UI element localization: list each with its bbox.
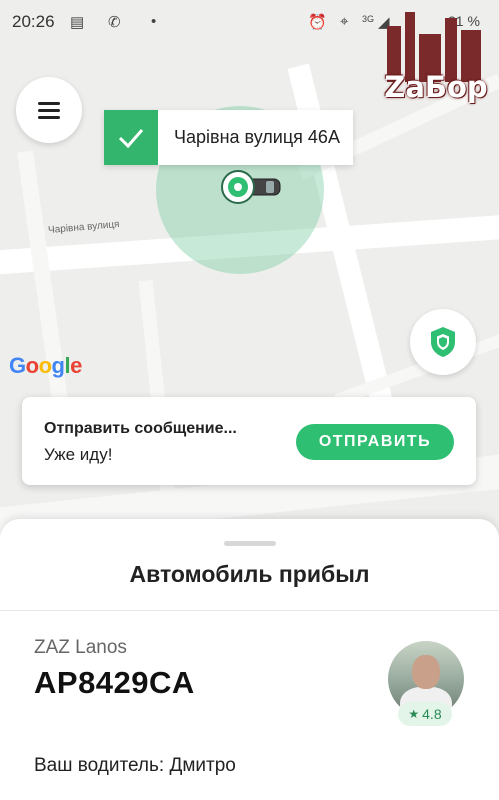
- send-message-button[interactable]: ОТПРАВИТЬ: [296, 424, 454, 460]
- network-type: 3G: [362, 14, 375, 24]
- car-model: ZAZ Lanos: [34, 637, 127, 658]
- driver-rating: 4.8: [422, 706, 442, 722]
- pickup-address: Чарівна вулиця 46А: [174, 127, 340, 147]
- street-label: Чарівна вулиця: [47, 218, 120, 237]
- message-card: Отправить сообщение... Уже иду! ОТПРАВИТ…: [22, 397, 476, 485]
- logo-text: ZаБор: [384, 70, 488, 104]
- news-icon: ▤: [70, 14, 85, 31]
- message-prompt[interactable]: Отправить сообщение...: [44, 420, 237, 438]
- ride-status-title: Автомобиль прибыл: [129, 561, 370, 587]
- ride-status-sheet: Автомобиль прибыл ZAZ Lanos AP8429CA ★ 4…: [0, 519, 499, 800]
- safety-button[interactable]: [410, 309, 476, 375]
- car-marker-icon: [218, 169, 282, 214]
- shield-icon: [431, 327, 455, 357]
- menu-button[interactable]: [16, 77, 82, 143]
- zabor-logo: ZаБор: [377, 4, 495, 108]
- pickup-address-tag[interactable]: Чарівна вулиця 46А: [104, 110, 353, 165]
- license-plate: AP8429CA: [34, 665, 195, 700]
- alarm-icon: ⏰: [308, 14, 327, 31]
- menu-icon: [38, 102, 60, 105]
- divider: [0, 610, 499, 611]
- viber-icon: ✆: [108, 14, 121, 31]
- location-icon: ⌖: [340, 13, 349, 30]
- notification-dot-icon: •: [151, 13, 157, 30]
- status-time: 20:26: [12, 12, 55, 31]
- driver-rating-badge: ★ 4.8: [398, 702, 452, 726]
- check-icon: [104, 110, 158, 165]
- google-logo: Google: [9, 353, 82, 378]
- message-text: Уже иду!: [44, 445, 113, 464]
- star-icon: ★: [408, 707, 420, 721]
- sheet-handle[interactable]: [224, 541, 276, 546]
- driver-name: Ваш водитель: Дмитро: [34, 755, 236, 776]
